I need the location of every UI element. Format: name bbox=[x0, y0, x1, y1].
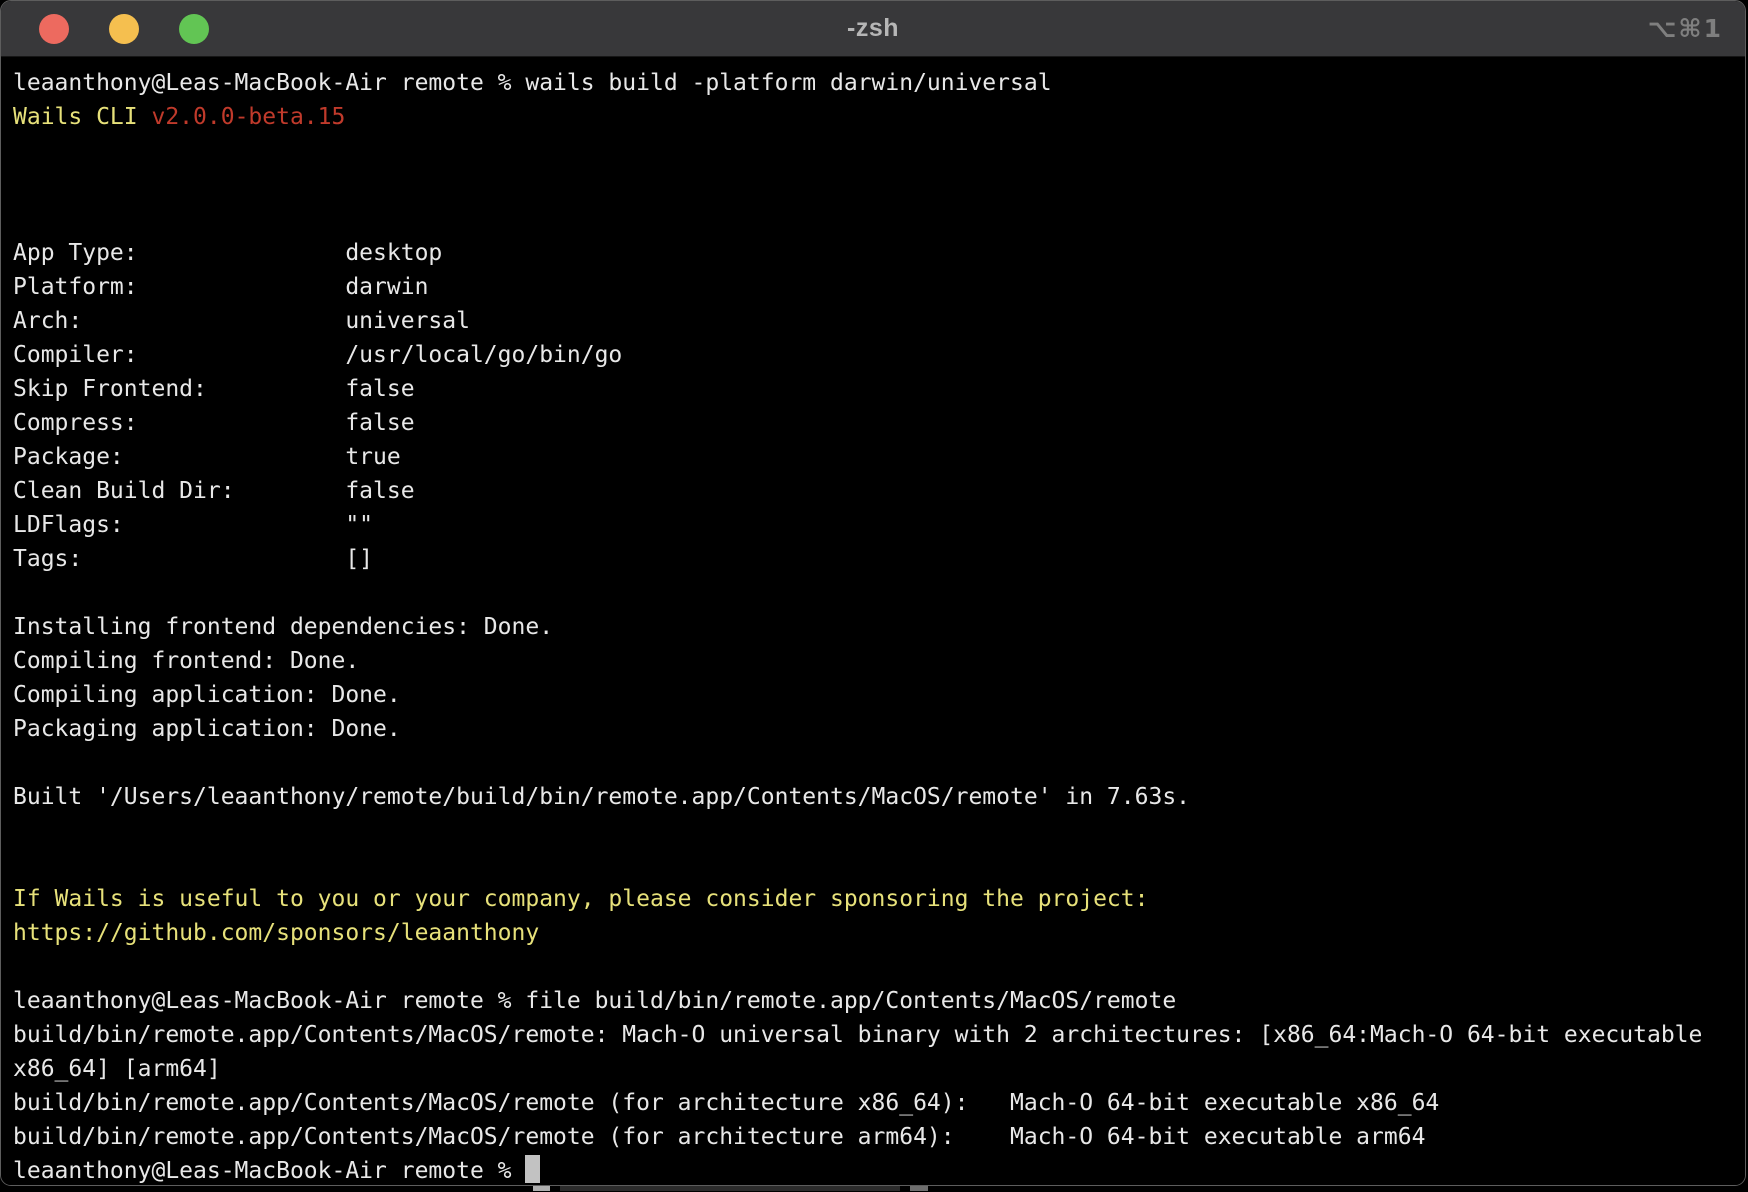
text-segment: If Wails is useful to you or your compan… bbox=[13, 886, 1148, 912]
terminal-line: Compiler: /usr/local/go/bin/go bbox=[13, 338, 1733, 372]
terminal-line: Compiling frontend: Done. bbox=[13, 644, 1733, 678]
text-segment: Built '/Users/leaanthony/remote/build/bi… bbox=[13, 784, 1190, 810]
terminal-line: Built '/Users/leaanthony/remote/build/bi… bbox=[13, 780, 1733, 814]
terminal-line: leaanthony@Leas-MacBook-Air remote % bbox=[13, 1154, 1733, 1186]
text-segment: leaanthony@Leas-MacBook-Air remote % fil… bbox=[13, 988, 1176, 1014]
text-segment: LDFlags: "" bbox=[13, 512, 373, 538]
text-segment: Skip Frontend: false bbox=[13, 376, 415, 402]
text-segment: x86_64] [arm64] bbox=[13, 1056, 221, 1082]
close-button[interactable] bbox=[39, 14, 69, 44]
text-segment: https://github.com/sponsors/leaanthony bbox=[13, 920, 539, 946]
traffic-lights bbox=[39, 1, 209, 56]
terminal-line bbox=[13, 814, 1733, 848]
text-segment: build/bin/remote.app/Contents/MacOS/remo… bbox=[13, 1124, 1425, 1150]
terminal-line bbox=[13, 848, 1733, 882]
terminal-line: Clean Build Dir: false bbox=[13, 474, 1733, 508]
terminal-line bbox=[13, 746, 1733, 780]
text-segment: Compress: false bbox=[13, 410, 415, 436]
text-segment: leaanthony@Leas-MacBook-Air remote % bbox=[13, 1158, 525, 1184]
terminal-line: Compiling application: Done. bbox=[13, 678, 1733, 712]
terminal-line bbox=[13, 134, 1733, 168]
terminal-screen[interactable]: leaanthony@Leas-MacBook-Air remote % wai… bbox=[1, 57, 1745, 1186]
terminal-line bbox=[13, 202, 1733, 236]
terminal-line: Installing frontend dependencies: Done. bbox=[13, 610, 1733, 644]
text-segment: build/bin/remote.app/Contents/MacOS/remo… bbox=[13, 1022, 1702, 1048]
terminal-line: https://github.com/sponsors/leaanthony bbox=[13, 916, 1733, 950]
text-segment: Arch: universal bbox=[13, 308, 470, 334]
terminal-line: leaanthony@Leas-MacBook-Air remote % wai… bbox=[13, 66, 1733, 100]
title-bar[interactable]: -zsh ⌥⌘1 bbox=[1, 1, 1745, 57]
text-segment: Tags: [] bbox=[13, 546, 373, 572]
text-segment: Packaging application: Done. bbox=[13, 716, 401, 742]
terminal-line bbox=[13, 950, 1733, 984]
terminal-window: -zsh ⌥⌘1 leaanthony@Leas-MacBook-Air rem… bbox=[0, 0, 1746, 1186]
text-segment: Wails CLI bbox=[13, 104, 151, 130]
terminal-line bbox=[13, 576, 1733, 610]
terminal-line: Platform: darwin bbox=[13, 270, 1733, 304]
minimize-button[interactable] bbox=[109, 14, 139, 44]
terminal-line: Wails CLI v2.0.0-beta.15 bbox=[13, 100, 1733, 134]
desktop-background: -zsh ⌥⌘1 leaanthony@Leas-MacBook-Air rem… bbox=[0, 0, 1748, 1192]
text-segment: build/bin/remote.app/Contents/MacOS/remo… bbox=[13, 1090, 1439, 1116]
text-segment: Compiling frontend: Done. bbox=[13, 648, 359, 674]
terminal-line: App Type: desktop bbox=[13, 236, 1733, 270]
terminal-line: Tags: [] bbox=[13, 542, 1733, 576]
terminal-line: build/bin/remote.app/Contents/MacOS/remo… bbox=[13, 1018, 1733, 1052]
text-segment: Package: true bbox=[13, 444, 401, 470]
text-segment: Platform: darwin bbox=[13, 274, 428, 300]
terminal-line: Compress: false bbox=[13, 406, 1733, 440]
zoom-button[interactable] bbox=[179, 14, 209, 44]
text-segment: Compiling application: Done. bbox=[13, 682, 401, 708]
text-segment: App Type: desktop bbox=[13, 240, 442, 266]
terminal-line: leaanthony@Leas-MacBook-Air remote % fil… bbox=[13, 984, 1733, 1018]
text-segment: Installing frontend dependencies: Done. bbox=[13, 614, 553, 640]
terminal-line: build/bin/remote.app/Contents/MacOS/remo… bbox=[13, 1086, 1733, 1120]
terminal-line: Packaging application: Done. bbox=[13, 712, 1733, 746]
terminal-line: Skip Frontend: false bbox=[13, 372, 1733, 406]
terminal-line: build/bin/remote.app/Contents/MacOS/remo… bbox=[13, 1120, 1733, 1154]
text-segment: leaanthony@Leas-MacBook-Air remote % wai… bbox=[13, 70, 1052, 96]
text-segment: Compiler: /usr/local/go/bin/go bbox=[13, 342, 622, 368]
terminal-line: LDFlags: "" bbox=[13, 508, 1733, 542]
text-cursor bbox=[525, 1155, 540, 1183]
terminal-line: If Wails is useful to you or your compan… bbox=[13, 882, 1733, 916]
terminal-line: Package: true bbox=[13, 440, 1733, 474]
window-title: -zsh bbox=[847, 14, 899, 43]
text-segment: v2.0.0-beta.15 bbox=[151, 104, 345, 130]
terminal-line bbox=[13, 168, 1733, 202]
terminal-line: Arch: universal bbox=[13, 304, 1733, 338]
text-segment: Clean Build Dir: false bbox=[13, 478, 415, 504]
terminal-line: x86_64] [arm64] bbox=[13, 1052, 1733, 1086]
tab-shortcut-badge: ⌥⌘1 bbox=[1648, 1, 1723, 56]
